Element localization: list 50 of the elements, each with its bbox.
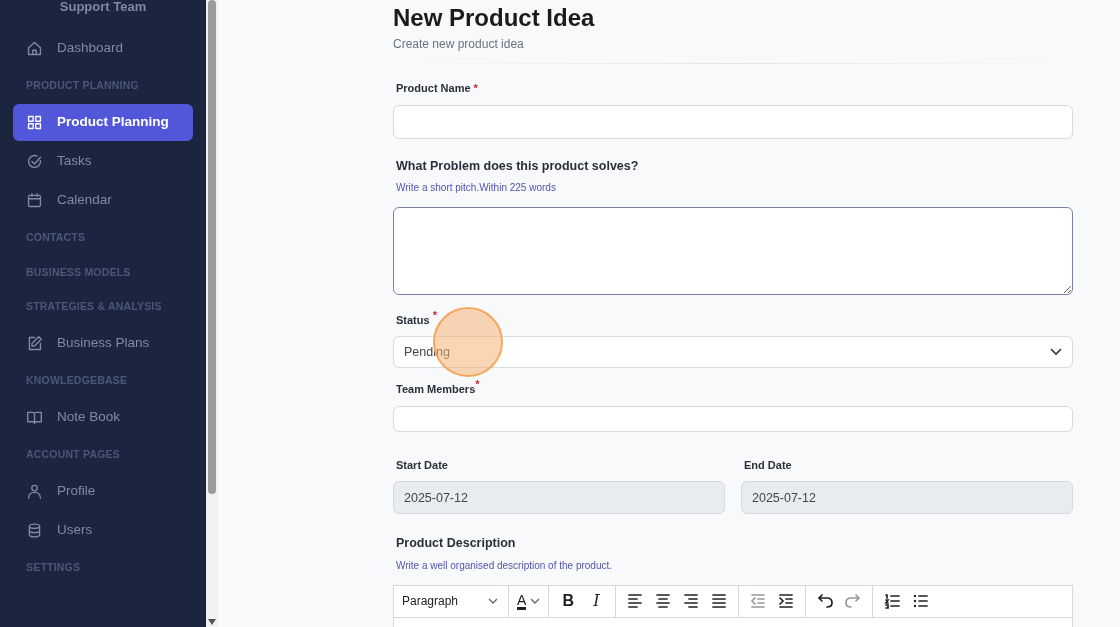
required-mark: * bbox=[432, 309, 437, 322]
home-icon bbox=[26, 40, 43, 57]
check-circle-icon bbox=[26, 152, 43, 170]
sidebar-item[interactable]: Business Plans bbox=[13, 325, 193, 362]
sidebar-item[interactable]: Dashboard bbox=[13, 30, 193, 67]
align-right-icon bbox=[683, 592, 700, 611]
sidebar-item[interactable]: Tasks bbox=[13, 142, 193, 180]
text-area[interactable] bbox=[393, 207, 1073, 296]
field-hint: Write a short pitch.Within 225 words bbox=[395, 181, 557, 196]
italic-button[interactable]: I bbox=[583, 588, 610, 615]
chevron-down-icon bbox=[1050, 348, 1062, 357]
scrollbar-thumb[interactable] bbox=[208, 0, 216, 494]
required-mark: * bbox=[475, 378, 480, 391]
indent-icon bbox=[778, 592, 795, 611]
text-input[interactable] bbox=[393, 405, 1073, 432]
undo-icon bbox=[817, 592, 834, 611]
field-label: What Problem does this product solves? bbox=[395, 157, 640, 175]
sidebar-item[interactable]: Users bbox=[13, 511, 193, 549]
field-hint: Write a well organised description of the product. bbox=[395, 558, 614, 573]
sidebar-item[interactable]: Note Book bbox=[13, 398, 193, 436]
bold-button[interactable]: B bbox=[555, 588, 582, 615]
calendar-icon bbox=[26, 191, 43, 209]
align-center-icon bbox=[655, 592, 672, 611]
user-icon bbox=[26, 482, 43, 500]
sidebar-item[interactable]: Profile bbox=[13, 472, 193, 510]
sidebar-item[interactable]: Product Planning bbox=[13, 103, 193, 141]
chevron-down-icon bbox=[488, 598, 498, 605]
sidebar-item[interactable]: Calendar bbox=[13, 181, 193, 219]
text-input[interactable] bbox=[393, 104, 1073, 139]
field-label: Start Date bbox=[395, 457, 449, 473]
outdent-icon bbox=[750, 592, 767, 611]
justify-icon bbox=[711, 592, 728, 611]
grid-icon bbox=[26, 113, 43, 131]
chevron-down-icon bbox=[530, 598, 541, 605]
field-label: Product Name * bbox=[395, 81, 479, 96]
numbered-list-icon bbox=[884, 592, 901, 611]
paragraph-select[interactable]: Paragraph bbox=[400, 588, 500, 615]
scrollbar[interactable] bbox=[206, 0, 218, 627]
redo-icon bbox=[845, 592, 862, 611]
field-label: Product Description bbox=[395, 535, 517, 553]
page-subtitle: Create new product idea bbox=[393, 36, 525, 53]
database-icon bbox=[26, 521, 43, 539]
page-title: New Product Idea bbox=[393, 4, 596, 32]
text-color-button[interactable]: A bbox=[515, 588, 543, 615]
required-mark: * bbox=[473, 82, 478, 94]
scroll-down-arrow-icon[interactable] bbox=[208, 619, 216, 625]
edit-icon bbox=[26, 335, 43, 352]
field-label: End Date bbox=[743, 457, 793, 473]
align-left-icon bbox=[627, 592, 644, 611]
team-name: Support Team bbox=[58, 0, 148, 16]
